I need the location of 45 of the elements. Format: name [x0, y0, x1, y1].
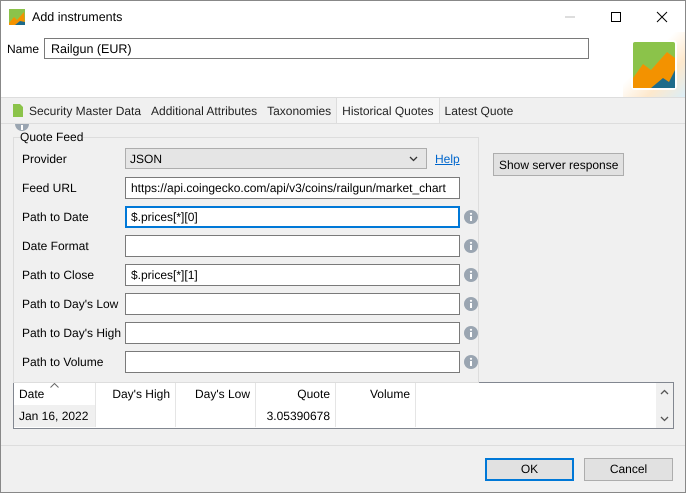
chart-logo-icon: [9, 8, 25, 24]
input-field[interactable]: https://api.coingecko.com/api/v3/coins/railgun/market_chart: [125, 176, 460, 198]
field-label: Feed URL: [22, 180, 78, 194]
scroll-down-icon[interactable]: [660, 416, 669, 422]
field-label: Path to Close: [22, 268, 96, 282]
field-label: Path to Date: [22, 210, 90, 224]
column-header[interactable]: Day's Low: [176, 383, 256, 405]
tab[interactable]: Taxonomies: [262, 98, 336, 123]
column-header[interactable]: Quote: [256, 383, 336, 405]
document-icon: [13, 104, 23, 117]
field-label: Path to Day's High: [22, 326, 122, 340]
caret-icon: [409, 156, 418, 162]
tab[interactable]: Latest Quote: [440, 98, 518, 123]
tab[interactable]: Additional Attributes: [146, 98, 262, 123]
input-field[interactable]: $.prices[*][0]: [125, 206, 460, 228]
table-cell: Jan 16, 2022: [19, 409, 88, 423]
field-label: Path to Volume: [22, 354, 104, 368]
info-icon: [15, 124, 29, 132]
field-label: Provider: [22, 152, 68, 166]
input-field[interactable]: $.prices[*][1]: [125, 264, 460, 286]
scroll-up-icon[interactable]: [660, 389, 669, 395]
name-field[interactable]: Railgun (EUR): [44, 38, 590, 59]
dialog-button[interactable]: Cancel: [584, 458, 673, 480]
window-title: Add instruments: [32, 10, 122, 24]
input-field[interactable]: [125, 350, 460, 372]
show-server-response-button[interactable]: Show server response: [493, 153, 624, 176]
tab[interactable]: Historical Quotes: [336, 98, 440, 123]
name-label: Name: [7, 42, 40, 56]
provider-dropdown[interactable]: JSON: [125, 148, 427, 169]
column-header[interactable]: Volume: [336, 383, 416, 405]
chart-logo-icon: [631, 40, 677, 90]
maximize-icon: [610, 10, 622, 22]
column-header[interactable]: Day's High: [96, 383, 176, 405]
table-cell: 3.05390678: [266, 409, 330, 423]
field-label: Path to Day's Low: [22, 296, 120, 310]
scrollbar[interactable]: [656, 383, 673, 428]
tab[interactable]: Security Master Data: [8, 98, 146, 123]
help-link[interactable]: Help: [435, 152, 460, 166]
close-icon: [656, 10, 668, 22]
input-field[interactable]: [125, 292, 460, 314]
input-field[interactable]: [125, 234, 460, 256]
group-title: Quote Feed: [20, 130, 84, 144]
field-label: Date Format: [22, 238, 90, 252]
input-field[interactable]: [125, 322, 460, 344]
dialog-button[interactable]: OK: [485, 458, 574, 480]
